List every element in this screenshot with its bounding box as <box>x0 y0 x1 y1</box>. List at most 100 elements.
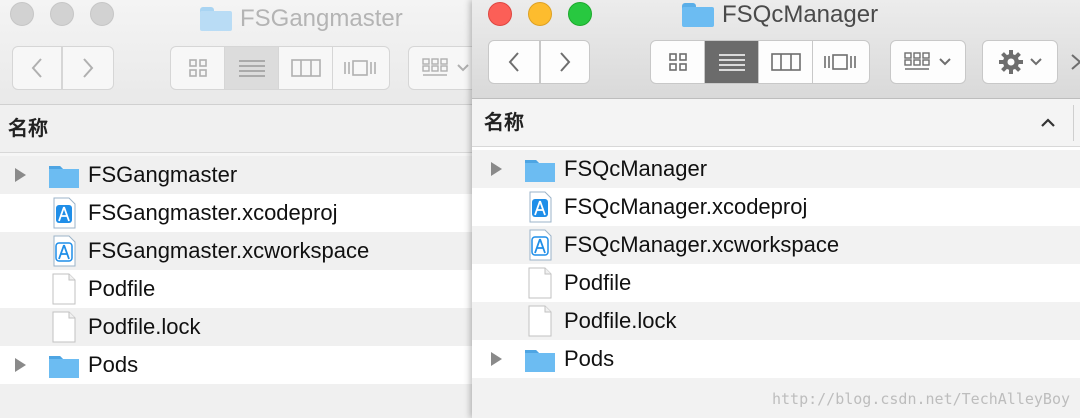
column-view-button[interactable] <box>279 47 333 89</box>
zoom-button[interactable] <box>90 2 114 26</box>
back-button[interactable] <box>488 40 540 84</box>
chevron-down-icon <box>939 58 951 66</box>
window-title-text: FSQcManager <box>722 1 879 28</box>
icon-grid-icon <box>668 53 687 71</box>
list-item[interactable]: Pods <box>0 346 472 384</box>
column-view-button[interactable] <box>759 41 813 83</box>
zoom-button[interactable] <box>568 2 592 26</box>
column-header[interactable]: 名称 <box>0 105 472 153</box>
file-name: FSQcManager.xcodeproj <box>564 194 808 219</box>
columns-icon <box>290 59 321 77</box>
cover-flow-icon <box>824 54 856 70</box>
list-icon <box>238 60 265 77</box>
document-icon <box>528 305 552 337</box>
file-name: FSGangmaster.xcworkspace <box>88 238 370 263</box>
empty-list-area <box>0 384 472 418</box>
titlebar: FSQcManager <box>472 0 1080 99</box>
file-name: FSQcManager.xcworkspace <box>564 232 840 257</box>
column-header[interactable]: 名称 <box>472 99 1080 147</box>
disclosure-triangle-icon[interactable] <box>12 167 28 183</box>
cover-flow-button[interactable] <box>813 41 867 83</box>
chevron-right-icon <box>560 52 571 72</box>
sort-ascending-icon[interactable] <box>1038 113 1058 133</box>
disclosure-triangle-icon[interactable] <box>488 161 504 177</box>
folder-icon <box>200 7 232 31</box>
forward-button[interactable] <box>540 40 590 84</box>
list-view-button[interactable] <box>225 47 279 89</box>
file-name: Pods <box>88 352 139 377</box>
view-mode-segment <box>650 40 870 84</box>
xcworkspace-icon <box>53 235 76 267</box>
list-item[interactable]: Podfile <box>0 270 472 308</box>
file-name: FSQcManager <box>564 156 708 181</box>
folder-icon <box>49 166 79 188</box>
action-menu-button[interactable] <box>982 40 1058 84</box>
document-icon <box>52 273 76 305</box>
list-view-button[interactable] <box>705 41 759 83</box>
list-item[interactable]: Podfile.lock <box>0 308 472 346</box>
list-item[interactable]: FSGangmaster.xcodeproj <box>0 194 472 232</box>
document-icon <box>52 311 76 343</box>
file-name: FSGangmaster.xcodeproj <box>88 200 338 225</box>
xcodeproj-icon <box>53 197 76 229</box>
name-column-label: 名称 <box>484 112 524 134</box>
icon-view-button[interactable] <box>651 41 705 83</box>
gear-icon <box>999 50 1023 74</box>
minimize-button[interactable] <box>50 2 74 26</box>
back-button[interactable] <box>12 46 62 90</box>
chevron-down-icon <box>457 64 469 72</box>
finder-window-fsgangmaster: FSGangmaster 名称 FSGangmaster FSGangmaste… <box>0 0 472 418</box>
folder-icon <box>682 3 714 27</box>
titlebar: FSGangmaster <box>0 0 472 105</box>
file-name: Podfile <box>564 270 632 295</box>
list-icon <box>718 54 745 71</box>
cover-flow-button[interactable] <box>333 47 387 89</box>
arrange-button[interactable] <box>408 46 472 90</box>
window-title-text: FSGangmaster <box>240 5 403 32</box>
file-name: Pods <box>564 346 615 371</box>
window-title: FSGangmaster <box>200 4 403 34</box>
close-button[interactable] <box>488 2 512 26</box>
view-mode-segment <box>170 46 390 90</box>
file-name: FSGangmaster <box>88 162 238 187</box>
list-item[interactable]: FSQcManager.xcworkspace <box>472 226 1080 264</box>
chevron-right-icon <box>83 58 94 78</box>
icon-grid-icon <box>188 59 207 77</box>
name-column-label: 名称 <box>8 118 48 140</box>
list-item[interactable]: Podfile.lock <box>472 302 1080 340</box>
folder-icon <box>525 350 555 372</box>
toolbar-overflow-chevron-icon[interactable] <box>1070 52 1080 72</box>
icon-view-button[interactable] <box>171 47 225 89</box>
chevron-left-icon <box>31 58 42 78</box>
finder-window-fsqcmanager: FSQcManager 名称 FSQcManager FSQcManager.x… <box>472 0 1080 418</box>
chevron-down-icon <box>1030 58 1042 66</box>
forward-button[interactable] <box>62 46 114 90</box>
list-item[interactable]: FSGangmaster <box>0 156 472 194</box>
disclosure-triangle-icon[interactable] <box>488 351 504 367</box>
disclosure-triangle-icon[interactable] <box>12 357 28 373</box>
file-name: Podfile.lock <box>564 308 677 333</box>
arrange-grid-icon <box>422 58 448 76</box>
xcworkspace-icon <box>529 229 552 261</box>
folder-icon <box>525 160 555 182</box>
arrange-button[interactable] <box>890 40 966 84</box>
arrange-grid-icon <box>904 52 930 70</box>
xcodeproj-icon <box>529 191 552 223</box>
file-name: Podfile.lock <box>88 314 201 339</box>
list-item[interactable]: FSGangmaster.xcworkspace <box>0 232 472 270</box>
minimize-button[interactable] <box>528 2 552 26</box>
close-button[interactable] <box>10 2 34 26</box>
list-item[interactable]: FSQcManager <box>472 150 1080 188</box>
list-item[interactable]: FSQcManager.xcodeproj <box>472 188 1080 226</box>
document-icon <box>528 267 552 299</box>
column-divider[interactable] <box>1073 105 1074 141</box>
list-item[interactable]: Pods <box>472 340 1080 378</box>
chevron-left-icon <box>508 52 519 72</box>
columns-icon <box>770 53 801 71</box>
cover-flow-icon <box>344 60 376 76</box>
file-list: FSGangmaster FSGangmaster.xcodeproj FSGa… <box>0 156 472 384</box>
list-item[interactable]: Podfile <box>472 264 1080 302</box>
watermark-text: http://blog.csdn.net/TechAlleyBoy <box>771 390 1070 408</box>
folder-icon <box>49 356 79 378</box>
window-title: FSQcManager <box>682 0 878 30</box>
